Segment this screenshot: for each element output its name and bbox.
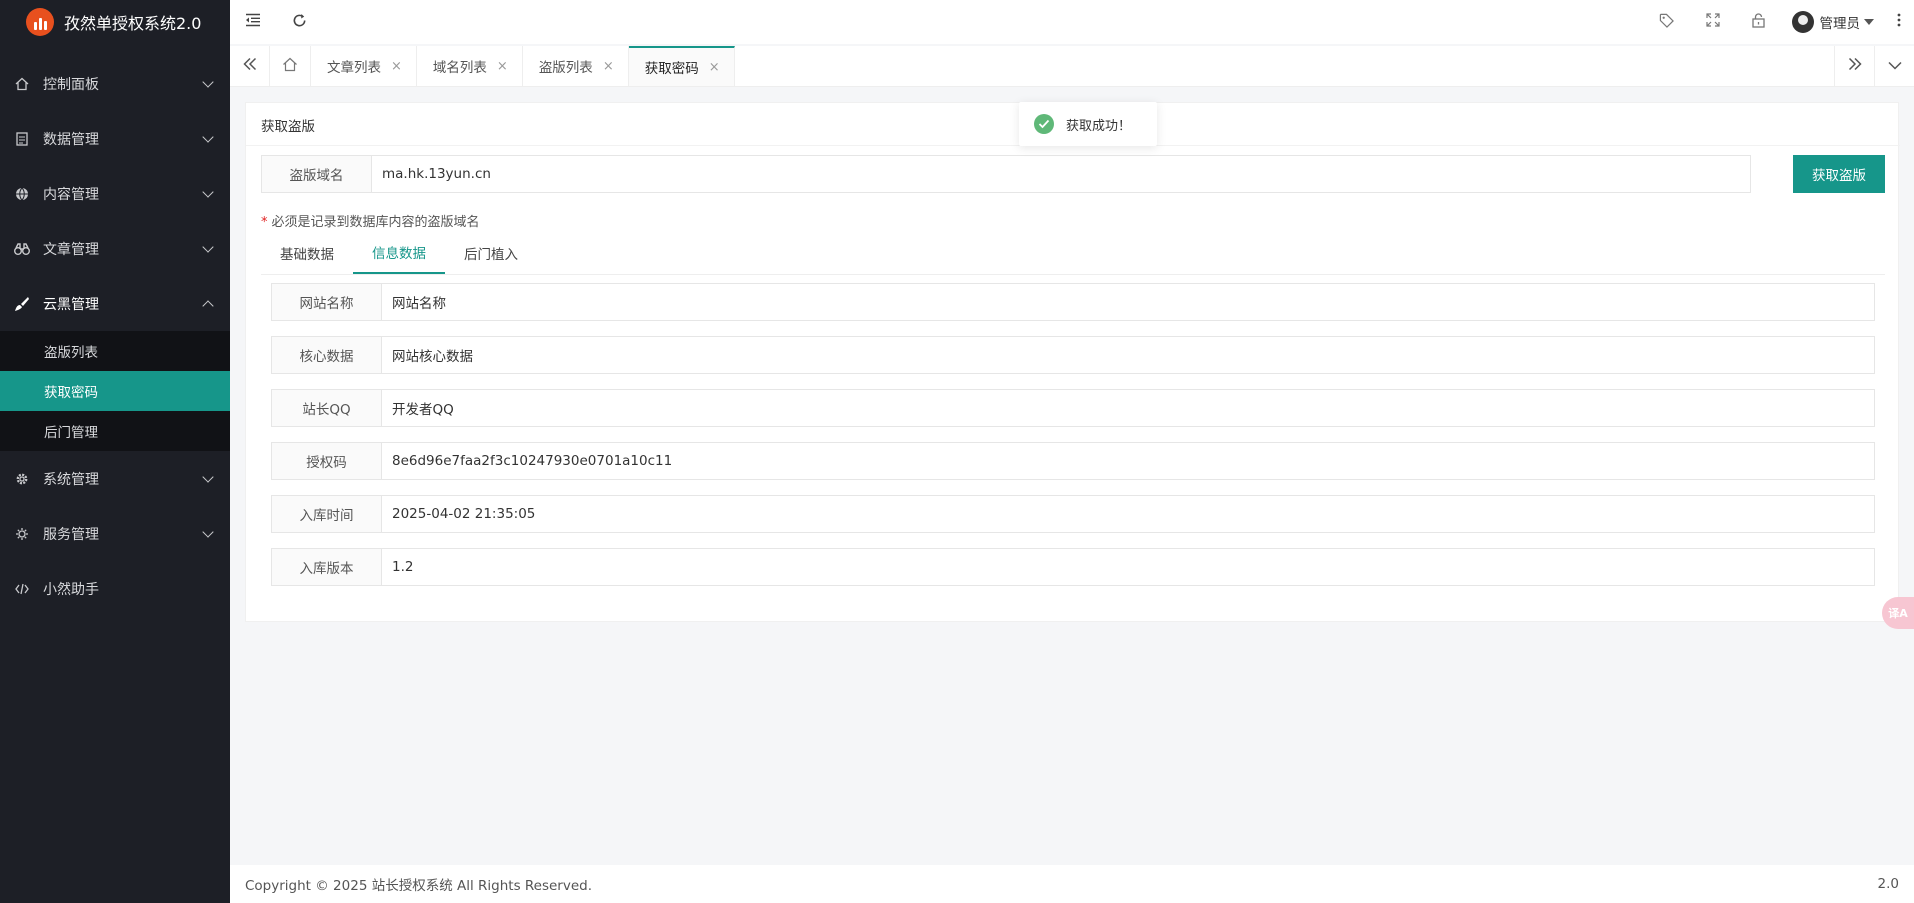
tab-home[interactable]	[270, 46, 311, 86]
app-title: 孜然单授权系统2.0	[64, 14, 202, 33]
version-text: 2.0	[1877, 876, 1899, 892]
settings-icon	[14, 526, 30, 542]
double-chevron-left-icon	[242, 57, 257, 75]
header-actions: 管理员	[1644, 0, 1914, 44]
card-title: 获取盗版	[261, 119, 315, 135]
info-row-stored-version: 入库版本 1.2	[271, 548, 1875, 586]
chevron-down-icon	[202, 130, 214, 143]
logo-icon	[26, 8, 54, 36]
code-icon	[14, 581, 30, 597]
indent-icon	[245, 13, 261, 31]
refresh-button[interactable]	[276, 0, 322, 44]
tabs-scroll-left-button[interactable]	[230, 46, 270, 86]
tab-get-password[interactable]: 获取密码 ×	[628, 46, 735, 86]
home-icon	[282, 57, 298, 76]
footer: Copyright © 2025 站长授权系统 All Rights Reser…	[230, 865, 1914, 903]
tab-backdoor-implant[interactable]: 后门植入	[445, 231, 537, 274]
toast-message: 获取成功！	[1066, 118, 1132, 134]
chevron-down-icon	[202, 185, 214, 198]
avatar	[1791, 11, 1814, 33]
required-star: *	[261, 215, 268, 230]
info-row-core-data: 核心数据 网站核心数据	[271, 336, 1875, 374]
refresh-icon	[292, 13, 307, 32]
success-toast: 获取成功！	[1019, 102, 1157, 146]
more-vertical-icon	[1897, 13, 1901, 31]
sidebar-item-cloud-black[interactable]: 云黑管理	[0, 276, 230, 331]
get-piracy-button[interactable]: 获取盗版	[1793, 155, 1885, 193]
submenu-item-backdoor[interactable]: 后门管理	[0, 411, 230, 451]
sidebar-item-service[interactable]: 服务管理	[0, 506, 230, 561]
tab-article-list[interactable]: 文章列表 ×	[311, 46, 417, 86]
submenu-cloud-black: 盗版列表 获取密码 后门管理	[0, 331, 230, 451]
hint-text: 必须是记录到数据库内容的盗版域名	[271, 215, 480, 230]
submenu-item-get-password[interactable]: 获取密码	[0, 371, 230, 411]
sidebar-menu: 控制面板 数据管理 内容管理 文章管理 云黑管理 盗版列表 获取密码 后门管理 …	[0, 56, 230, 616]
chevron-down-icon	[202, 525, 214, 538]
app-logo[interactable]: 孜然单授权系统2.0	[0, 0, 230, 44]
sidebar-item-dashboard[interactable]: 控制面板	[0, 56, 230, 111]
domain-form-row: 盗版域名	[261, 155, 1751, 193]
close-icon[interactable]: ×	[497, 59, 508, 74]
main-card: 获取盗版 盗版域名 获取盗版 *必须是记录到数据库内容的盗版域名 基础数据 信息…	[245, 102, 1900, 622]
sidebar-item-data[interactable]: 数据管理	[0, 111, 230, 166]
globe-icon	[14, 186, 30, 202]
check-circle-icon	[1034, 114, 1054, 134]
home-icon	[14, 76, 30, 92]
user-name: 管理员	[1819, 16, 1861, 32]
tab-basic-data[interactable]: 基础数据	[261, 231, 353, 274]
double-chevron-right-icon	[1848, 57, 1862, 75]
close-icon[interactable]: ×	[709, 60, 720, 75]
chevron-down-icon	[1887, 58, 1902, 74]
brush-icon	[14, 296, 30, 312]
chevron-down-icon	[202, 240, 214, 253]
tab-piracy-list[interactable]: 盗版列表 ×	[523, 46, 629, 86]
page-tabs: 文章列表 × 域名列表 × 盗版列表 × 获取密码 ×	[230, 46, 1914, 87]
info-row-owner-qq: 站长QQ 开发者QQ	[271, 389, 1875, 427]
lock-icon	[1752, 12, 1765, 32]
chevron-up-icon	[202, 299, 214, 312]
lock-button[interactable]	[1736, 0, 1782, 44]
info-rows: 网站名称 网站名称 核心数据 网站核心数据 站长QQ 开发者QQ 授权码 8e6…	[271, 283, 1875, 601]
domain-label: 盗版域名	[262, 156, 372, 192]
submenu-item-piracy-list[interactable]: 盗版列表	[0, 331, 230, 371]
tag-button[interactable]	[1644, 0, 1690, 44]
binoculars-icon	[14, 241, 30, 257]
tabs-scroll-right-button[interactable]	[1834, 46, 1874, 86]
info-row-auth-code: 授权码 8e6d96e7faa2f3c10247930e0701a10c11	[271, 442, 1875, 480]
sidebar-item-system[interactable]: 系统管理	[0, 451, 230, 506]
domain-input[interactable]	[372, 156, 1750, 192]
form-hint: * 必须是记录到数据库内容的盗版域名	[261, 211, 480, 230]
info-row-site-name: 网站名称 网站名称	[271, 283, 1875, 321]
sidebar: 孜然单授权系统2.0 控制面板 数据管理 内容管理 文章管理 云黑管理 盗版列表…	[0, 0, 230, 903]
fullscreen-icon	[1705, 13, 1720, 31]
gear-icon	[14, 471, 30, 487]
tabs-dropdown-button[interactable]	[1874, 46, 1914, 86]
chevron-down-icon	[202, 75, 214, 88]
tab-info-data[interactable]: 信息数据	[353, 231, 445, 274]
top-header: 管理员	[230, 0, 1914, 44]
caret-down-icon	[1864, 19, 1874, 25]
document-icon	[14, 131, 30, 147]
info-tabs: 基础数据 信息数据 后门植入	[261, 231, 1885, 275]
menu-toggle-button[interactable]	[230, 0, 276, 44]
tag-icon	[1659, 13, 1674, 32]
close-icon[interactable]: ×	[391, 59, 402, 74]
fullscreen-button[interactable]	[1690, 0, 1736, 44]
sidebar-item-content[interactable]: 内容管理	[0, 166, 230, 221]
chevron-down-icon	[202, 470, 214, 483]
translate-float-button[interactable]: 译A	[1882, 597, 1914, 629]
tabs-right-controls	[1834, 46, 1914, 86]
user-menu[interactable]: 管理员	[1782, 0, 1885, 44]
info-row-stored-time: 入库时间 2025-04-02 21:35:05	[271, 495, 1875, 533]
translate-icon: 译A	[1888, 607, 1908, 620]
close-icon[interactable]: ×	[603, 59, 614, 74]
sidebar-item-articles[interactable]: 文章管理	[0, 221, 230, 276]
copyright-text: Copyright © 2025 站长授权系统 All Rights Reser…	[245, 878, 593, 894]
more-button[interactable]	[1884, 0, 1914, 44]
tab-domain-list[interactable]: 域名列表 ×	[417, 46, 523, 86]
sidebar-item-assistant[interactable]: 小然助手	[0, 561, 230, 616]
